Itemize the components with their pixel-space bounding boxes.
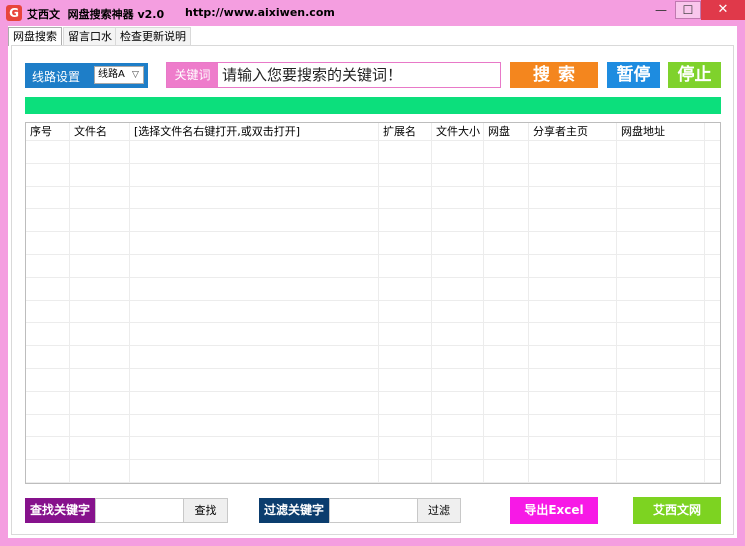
filter-keyword-label: 过滤关键字 xyxy=(259,498,329,523)
maximize-button[interactable]: ☐ xyxy=(675,1,701,19)
grid-row-line xyxy=(26,254,720,255)
grid-row-line xyxy=(26,482,720,483)
find-keyword-input[interactable] xyxy=(95,498,184,523)
find-keyword-label: 查找关键字 xyxy=(25,498,95,523)
grid-row-line xyxy=(26,459,720,460)
find-button[interactable]: 查找 xyxy=(183,498,228,523)
grid-column-line xyxy=(528,123,529,483)
close-button[interactable]: ✕ xyxy=(701,0,745,20)
grid-row-line xyxy=(26,322,720,323)
keyword-input[interactable] xyxy=(220,63,498,87)
grid-row-line xyxy=(26,231,720,232)
tab-update-notes[interactable]: 检查更新说明 xyxy=(115,27,191,45)
export-excel-button[interactable]: 导出Excel xyxy=(510,497,598,524)
column-header-netdisk-url[interactable]: 网盘地址 xyxy=(617,123,665,140)
tab-netdisk-search[interactable]: 网盘搜索 xyxy=(8,27,62,46)
grid-row-line xyxy=(26,436,720,437)
minimize-button[interactable]: — xyxy=(647,0,675,20)
grid-row-line xyxy=(26,300,720,301)
filter-button[interactable]: 过滤 xyxy=(417,498,461,523)
progress-bar xyxy=(25,97,721,114)
column-header-netdisk[interactable]: 网盘 xyxy=(484,123,510,140)
grid-row-line xyxy=(26,345,720,346)
window-title: 艾西文 网盘搜索神器 v2.0 xyxy=(27,8,165,21)
search-button[interactable]: 搜索 xyxy=(510,62,598,88)
tab-messages[interactable]: 留言口水 xyxy=(63,27,117,45)
grid-row-line xyxy=(26,140,720,141)
pause-button[interactable]: 暂停 xyxy=(607,62,660,88)
window-url: http://www.aixiwen.com xyxy=(185,6,335,19)
column-header-filesize[interactable]: 文件大小 xyxy=(432,123,480,140)
app-icon: G xyxy=(6,5,22,21)
grid-column-line xyxy=(129,123,130,483)
grid-column-line xyxy=(431,123,432,483)
grid-row-line xyxy=(26,277,720,278)
grid-row-line xyxy=(26,414,720,415)
grid-column-line xyxy=(69,123,70,483)
title-bar: G 艾西文 网盘搜索神器 v2.0 http://www.aixiwen.com… xyxy=(0,0,745,26)
stop-button[interactable]: 停止 xyxy=(668,62,721,88)
keyword-label: 关键词 xyxy=(167,63,218,87)
aixiwen-site-button[interactable]: 艾西文网 xyxy=(633,497,721,524)
chevron-down-icon[interactable]: ▽ xyxy=(132,66,139,84)
column-header-sharer-home[interactable]: 分享者主页 xyxy=(529,123,588,140)
column-header-filename-hint: [选择文件名右键打开,或双击打开] xyxy=(134,125,301,138)
filter-keyword-input[interactable] xyxy=(329,498,418,523)
progress-fill xyxy=(25,97,721,114)
column-header-index[interactable]: 序号 xyxy=(26,123,52,140)
grid-row-line xyxy=(26,186,720,187)
grid-row-line xyxy=(26,391,720,392)
grid-row-line xyxy=(26,368,720,369)
tab-strip: 网盘搜索 留言口水 检查更新说明 xyxy=(8,27,737,46)
grid-column-line xyxy=(378,123,379,483)
column-header-extension[interactable]: 扩展名 xyxy=(379,123,416,140)
grid-column-line xyxy=(616,123,617,483)
grid-row-line xyxy=(26,208,720,209)
column-header-filename[interactable]: 文件名 xyxy=(70,123,107,140)
route-setting-label: 线路设置 xyxy=(32,70,81,84)
grid-row-line xyxy=(26,163,720,164)
grid-column-line xyxy=(483,123,484,483)
grid-column-line xyxy=(704,123,705,483)
results-table[interactable]: 序号 文件名 [选择文件名右键打开,或双击打开] 扩展名 文件大小 网盘 分享者… xyxy=(25,122,721,484)
